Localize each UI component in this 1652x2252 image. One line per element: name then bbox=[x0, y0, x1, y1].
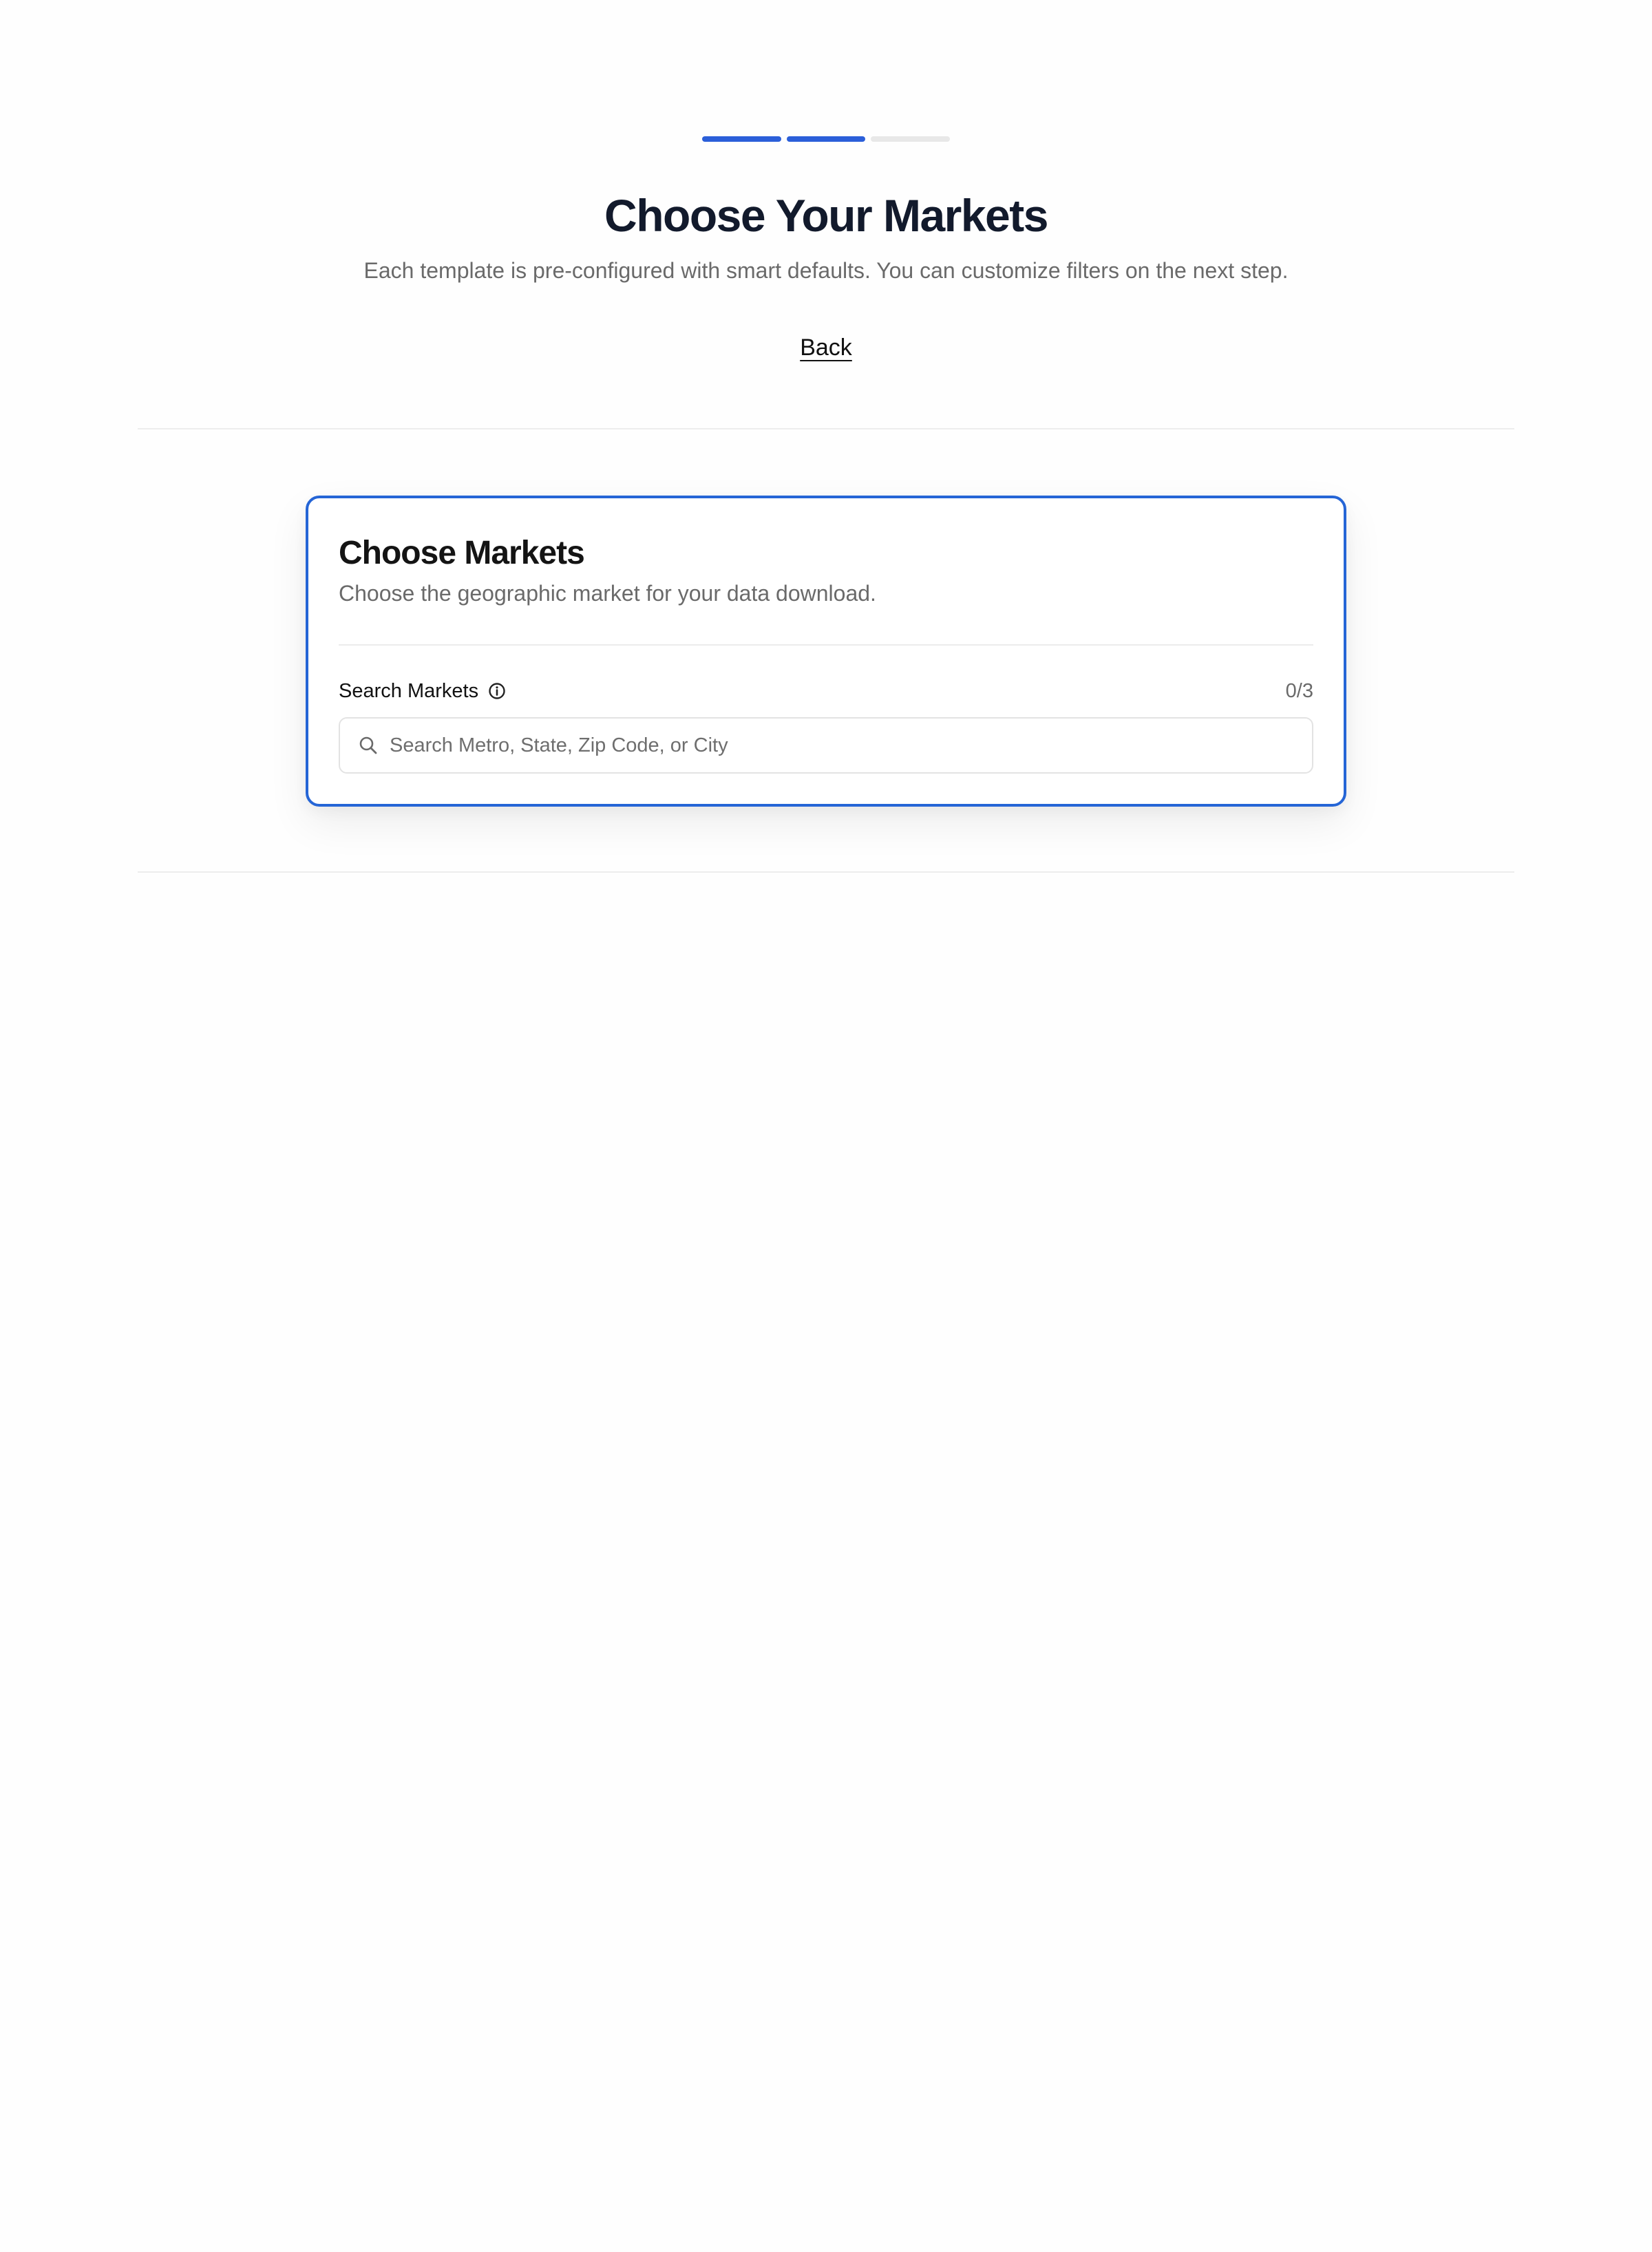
back-link[interactable]: Back bbox=[800, 334, 852, 361]
choose-markets-card: Choose Markets Choose the geographic mar… bbox=[306, 496, 1346, 807]
search-markets-field[interactable] bbox=[339, 717, 1313, 774]
page-title: Choose Your Markets bbox=[604, 190, 1048, 241]
section-divider-bottom bbox=[138, 871, 1514, 873]
back-link-container: Back bbox=[0, 330, 1652, 370]
progress-step-3 bbox=[871, 136, 951, 142]
card-divider bbox=[339, 644, 1313, 646]
card-subtitle: Choose the geographic market for your da… bbox=[339, 581, 876, 606]
progress-step-1 bbox=[702, 136, 781, 142]
search-markets-label: Search Markets bbox=[339, 677, 506, 705]
info-icon[interactable] bbox=[488, 682, 506, 700]
search-markets-label-text: Search Markets bbox=[339, 680, 479, 702]
search-markets-input[interactable] bbox=[390, 734, 1294, 757]
progress-step-2 bbox=[786, 136, 866, 142]
step-progress-indicator bbox=[702, 136, 951, 142]
section-divider-top bbox=[138, 428, 1514, 429]
card-title: Choose Markets bbox=[339, 535, 585, 571]
selection-counter: 0/3 bbox=[1285, 680, 1313, 702]
search-icon bbox=[358, 735, 379, 756]
page-subtitle: Each template is pre-configured with sma… bbox=[363, 258, 1289, 283]
